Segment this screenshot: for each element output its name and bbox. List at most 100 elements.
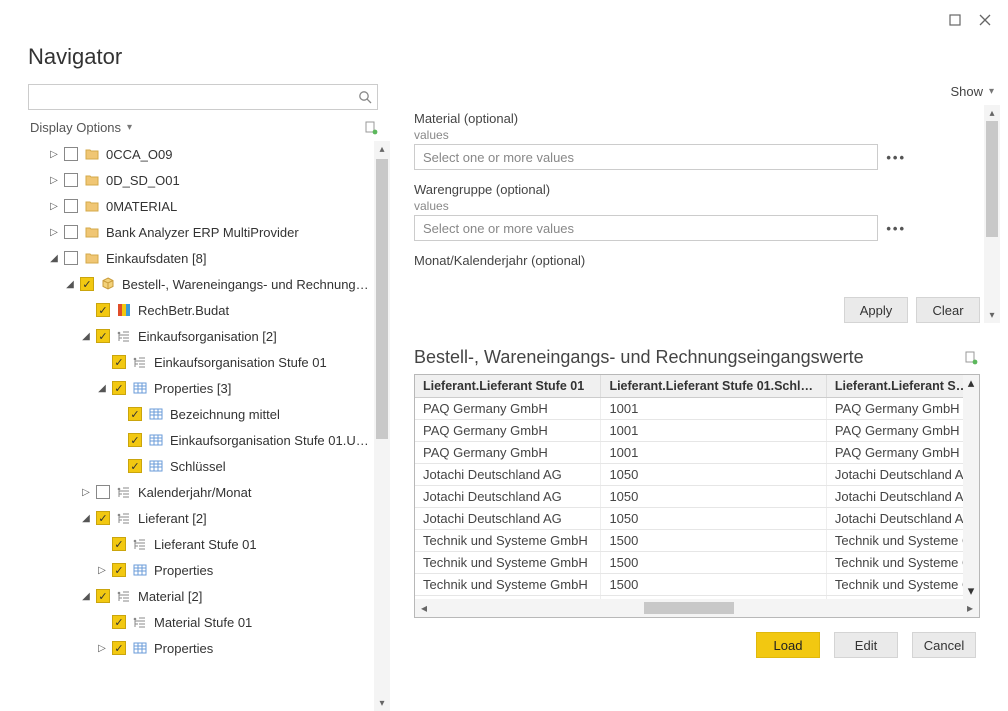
table-row[interactable]: PAQ Germany GmbH1001PAQ Germany GmbH <box>415 420 979 442</box>
checkbox[interactable]: ✓ <box>96 329 110 343</box>
toggle-icon[interactable]: ▷ <box>48 227 60 238</box>
tree-item[interactable]: ✓Bezeichnung mittel <box>28 401 372 427</box>
checkbox[interactable] <box>64 147 78 161</box>
table-row[interactable]: Jotachi Deutschland AG1050Jotachi Deutsc… <box>415 464 979 486</box>
table-vscroll[interactable]: ▴ ▾ <box>963 375 979 599</box>
table-row[interactable]: Jotachi Deutschland AG1050Jotachi Deutsc… <box>415 486 979 508</box>
apply-button[interactable]: Apply <box>844 297 908 323</box>
cell: Becker Components AG <box>415 596 601 600</box>
tree-item[interactable]: ▷Kalenderjahr/Monat <box>28 479 372 505</box>
filter-input[interactable]: Select one or more values <box>414 144 878 170</box>
tree-item[interactable]: ✓Schlüssel <box>28 453 372 479</box>
more-icon[interactable]: ••• <box>886 150 906 165</box>
tree-item[interactable]: ◢ Einkaufsdaten [8] <box>28 245 372 271</box>
tree-item[interactable]: ◢✓Bestell-, Wareneingangs- und Rechnungs… <box>28 271 372 297</box>
tree-item-label: Einkaufsdaten [8] <box>106 251 372 266</box>
more-icon[interactable]: ••• <box>886 221 906 236</box>
toggle-icon[interactable]: ▷ <box>96 565 108 576</box>
tree-item[interactable]: ✓Lieferant Stufe 01 <box>28 531 372 557</box>
filter-scrollbar[interactable]: ▴ ▾ <box>984 105 1000 323</box>
tree-item[interactable]: ✓Material Stufe 01 <box>28 609 372 635</box>
tree-item[interactable]: ✓Einkaufsorganisation Stufe 01 <box>28 349 372 375</box>
scroll-left-icon[interactable]: ◂ <box>415 601 433 615</box>
checkbox[interactable] <box>96 485 110 499</box>
clear-button[interactable]: Clear <box>916 297 980 323</box>
table-row[interactable]: PAQ Germany GmbH1001PAQ Germany GmbH <box>415 442 979 464</box>
tree-item[interactable]: ◢✓Properties [3] <box>28 375 372 401</box>
column-header[interactable]: Lieferant.Lieferant Stufe 01.Schlüssel <box>601 375 826 398</box>
toggle-icon[interactable]: ◢ <box>80 513 92 524</box>
tree-item[interactable]: ✓Einkaufsorganisation Stufe 01.UniqueNa.… <box>28 427 372 453</box>
tree-item[interactable]: ◢✓Einkaufsorganisation [2] <box>28 323 372 349</box>
scroll-down-icon[interactable]: ▾ <box>374 695 390 711</box>
toggle-icon[interactable]: ◢ <box>64 279 76 290</box>
toggle-icon[interactable]: ▷ <box>80 487 92 498</box>
table-row[interactable]: Technik und Systeme GmbH1500Technik und … <box>415 530 979 552</box>
toggle-icon[interactable]: ◢ <box>48 253 60 264</box>
checkbox[interactable]: ✓ <box>128 433 142 447</box>
load-button[interactable]: Load <box>756 632 820 658</box>
tree-item[interactable]: ▷Bank Analyzer ERP MultiProvider <box>28 219 372 245</box>
search-input[interactable] <box>28 84 378 110</box>
checkbox[interactable]: ✓ <box>112 563 126 577</box>
checkbox[interactable]: ✓ <box>80 277 94 291</box>
tree-item[interactable]: ▷0D_SD_O01 <box>28 167 372 193</box>
table-row[interactable]: Technik und Systeme GmbH1500Technik und … <box>415 574 979 596</box>
tree-item[interactable]: ▷✓Properties <box>28 557 372 583</box>
checkbox[interactable]: ✓ <box>128 459 142 473</box>
checkbox[interactable]: ✓ <box>112 615 126 629</box>
checkbox[interactable] <box>64 199 78 213</box>
tree-item[interactable]: ▷0CCA_O09 <box>28 141 372 167</box>
tree-scrollbar[interactable]: ▴ ▾ <box>374 141 390 711</box>
table-row[interactable]: Jotachi Deutschland AG1050Jotachi Deutsc… <box>415 508 979 530</box>
table-hscroll[interactable]: ◂ ▸ <box>415 599 979 617</box>
table-row[interactable]: Becker Components AG3201Becker Component… <box>415 596 979 600</box>
refresh-icon[interactable] <box>364 121 378 135</box>
checkbox[interactable]: ✓ <box>96 589 110 603</box>
table-row[interactable]: Technik und Systeme GmbH1500Technik und … <box>415 552 979 574</box>
scroll-up-icon[interactable]: ▴ <box>968 375 975 391</box>
filter-input[interactable]: Select one or more values <box>414 215 878 241</box>
toggle-icon[interactable]: ▷ <box>48 149 60 160</box>
filter-title: Monat/Kalenderjahr (optional) <box>414 253 906 268</box>
hier-icon <box>116 510 132 526</box>
tree-item[interactable]: ▷0MATERIAL <box>28 193 372 219</box>
checkbox[interactable]: ✓ <box>96 511 110 525</box>
checkbox[interactable] <box>64 225 78 239</box>
expand-icon[interactable] <box>964 351 978 365</box>
checkbox[interactable]: ✓ <box>128 407 142 421</box>
scroll-down-icon[interactable]: ▾ <box>984 307 1000 323</box>
column-header[interactable]: Lieferant.Lieferant Stufe 01. <box>826 375 978 398</box>
checkbox[interactable] <box>64 251 78 265</box>
scroll-right-icon[interactable]: ▸ <box>961 601 979 615</box>
toggle-icon[interactable]: ◢ <box>80 591 92 602</box>
toggle-icon[interactable]: ◢ <box>80 331 92 342</box>
search-icon[interactable] <box>358 90 372 104</box>
cancel-button[interactable]: Cancel <box>912 632 976 658</box>
edit-button[interactable]: Edit <box>834 632 898 658</box>
scroll-up-icon[interactable]: ▴ <box>984 105 1000 121</box>
checkbox[interactable]: ✓ <box>96 303 110 317</box>
checkbox[interactable]: ✓ <box>112 641 126 655</box>
maximize-icon[interactable] <box>940 8 970 32</box>
checkbox[interactable]: ✓ <box>112 355 126 369</box>
toggle-icon[interactable]: ▷ <box>96 643 108 654</box>
close-icon[interactable] <box>970 8 1000 32</box>
tree-item[interactable]: ◢✓Lieferant [2] <box>28 505 372 531</box>
tree-item[interactable]: ◢✓Material [2] <box>28 583 372 609</box>
toggle-icon[interactable]: ▷ <box>48 201 60 212</box>
column-header[interactable]: Lieferant.Lieferant Stufe 01 <box>415 375 601 398</box>
checkbox[interactable]: ✓ <box>112 537 126 551</box>
toggle-icon[interactable]: ◢ <box>96 383 108 394</box>
toggle-icon[interactable]: ▷ <box>48 175 60 186</box>
table-icon <box>132 380 148 396</box>
checkbox[interactable]: ✓ <box>112 381 126 395</box>
scroll-up-icon[interactable]: ▴ <box>374 141 390 157</box>
tree-item[interactable]: ✓RechBetr.Budat <box>28 297 372 323</box>
show-dropdown[interactable]: Show ▾ <box>950 84 994 99</box>
table-row[interactable]: PAQ Germany GmbH1001PAQ Germany GmbH <box>415 398 979 420</box>
checkbox[interactable] <box>64 173 78 187</box>
tree-item[interactable]: ▷✓Properties <box>28 635 372 661</box>
scroll-down-icon[interactable]: ▾ <box>968 583 975 599</box>
display-options-button[interactable]: Display Options ▾ <box>30 120 132 135</box>
